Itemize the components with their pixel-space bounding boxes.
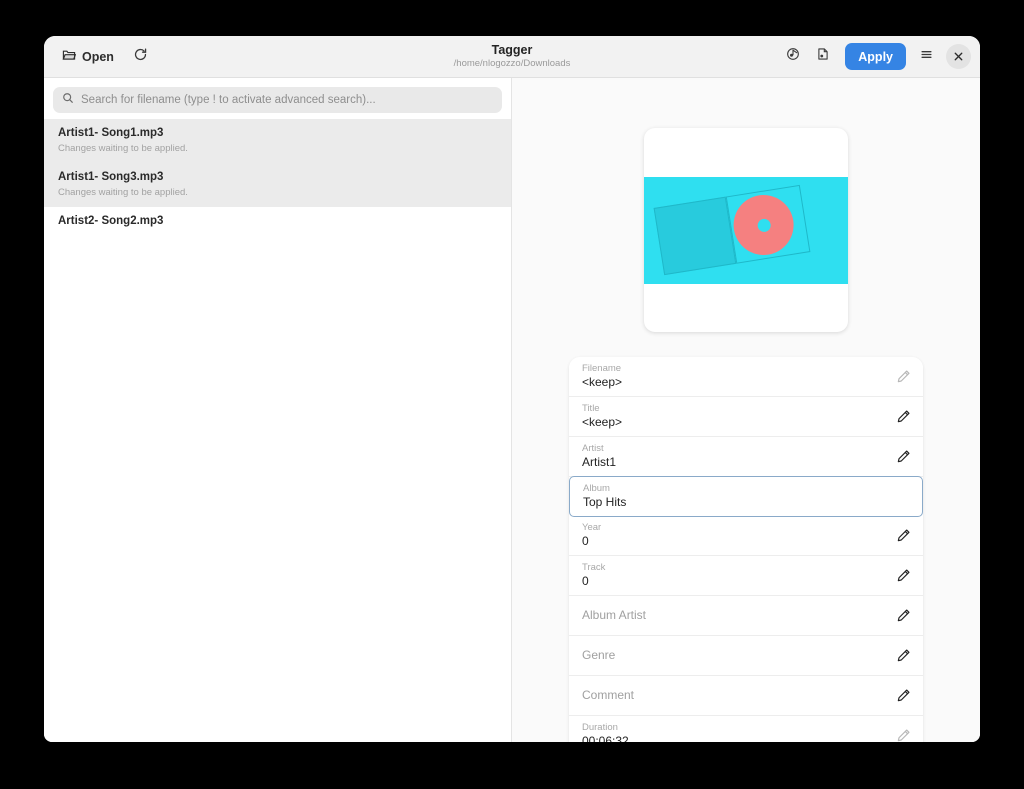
metadata-row-fields: Album Artist: [582, 608, 888, 623]
metadata-row-genre[interactable]: Genre: [569, 636, 923, 676]
search-placeholder: Search for filename (type ! to activate …: [81, 94, 376, 106]
open-button-label: Open: [82, 50, 114, 64]
metadata-row-duration[interactable]: Duration00:06:32: [569, 716, 923, 742]
window-title: Tagger: [492, 43, 533, 57]
edit-pencil-icon[interactable]: [896, 688, 911, 703]
metadata-label: Album Artist: [582, 608, 888, 623]
header-left-controls: Open: [55, 43, 155, 70]
hamburger-menu-icon: [919, 47, 934, 67]
main-content-split: Search for filename (type ! to activate …: [44, 78, 980, 742]
main-menu-button[interactable]: [912, 43, 940, 70]
search-input[interactable]: Search for filename (type ! to activate …: [53, 87, 502, 113]
close-icon: [954, 50, 963, 64]
metadata-value[interactable]: Artist1: [582, 455, 888, 470]
list-item[interactable]: Artist2- Song2.mp3: [44, 207, 511, 237]
apply-button[interactable]: Apply: [845, 43, 906, 70]
list-item-filename: Artist1- Song3.mp3: [58, 170, 497, 185]
edit-pencil-icon[interactable]: [896, 409, 911, 424]
edit-pencil-icon[interactable]: [896, 369, 911, 384]
search-container: Search for filename (type ! to activate …: [44, 78, 511, 119]
metadata-label: Title: [582, 403, 888, 415]
edit-pencil-icon[interactable]: [896, 728, 911, 742]
metadata-label: Genre: [582, 648, 888, 663]
header-bar: Open Tagger /home/nlogozzo/Downloads: [44, 36, 980, 78]
metadata-value[interactable]: Top Hits: [583, 495, 910, 510]
metadata-row-fields: Filename<keep>: [582, 363, 888, 390]
file-list[interactable]: Artist1- Song1.mp3Changes waiting to be …: [44, 119, 511, 742]
edit-pencil-icon[interactable]: [896, 568, 911, 583]
window-close-button[interactable]: [946, 44, 971, 69]
metadata-value[interactable]: 0: [582, 574, 888, 589]
metadata-value[interactable]: <keep>: [582, 415, 888, 430]
refresh-icon: [133, 47, 148, 67]
cd-case-left-panel: [654, 196, 737, 275]
metadata-label: Album: [583, 483, 910, 495]
edit-pencil-icon[interactable]: [896, 608, 911, 623]
properties-pane: Filename<keep>Title<keep>ArtistArtist1Al…: [512, 78, 980, 742]
metadata-row-fields: Title<keep>: [582, 403, 888, 430]
album-art-image: [644, 177, 848, 284]
metadata-row-filename[interactable]: Filename<keep>: [569, 357, 923, 397]
folder-open-icon: [62, 48, 76, 65]
refresh-button[interactable]: [127, 43, 155, 70]
list-item[interactable]: Artist1- Song3.mp3Changes waiting to be …: [44, 163, 511, 207]
list-item-status: Changes waiting to be applied.: [58, 142, 497, 155]
application-window: Open Tagger /home/nlogozzo/Downloads: [44, 36, 980, 742]
metadata-row-fields: Comment: [582, 688, 888, 703]
edit-pencil-icon[interactable]: [896, 528, 911, 543]
metadata-row-year[interactable]: Year0: [569, 516, 923, 556]
metadata-row-comment[interactable]: Comment: [569, 676, 923, 716]
metadata-row-album-artist[interactable]: Album Artist: [569, 596, 923, 636]
metadata-value[interactable]: <keep>: [582, 375, 888, 390]
metadata-row-title[interactable]: Title<keep>: [569, 397, 923, 437]
window-subtitle: /home/nlogozzo/Downloads: [454, 58, 571, 70]
metadata-row-fields: Track0: [582, 562, 888, 589]
metadata-value[interactable]: 00:06:32: [582, 734, 888, 742]
metadata-label: Filename: [582, 363, 888, 375]
list-item[interactable]: Artist1- Song1.mp3Changes waiting to be …: [44, 119, 511, 163]
file-copy-icon: [816, 47, 830, 66]
metadata-list: Filename<keep>Title<keep>ArtistArtist1Al…: [569, 357, 923, 742]
metadata-row-fields: Duration00:06:32: [582, 722, 888, 742]
list-item-filename: Artist2- Song2.mp3: [58, 214, 497, 229]
metadata-row-fields: Genre: [582, 648, 888, 663]
list-item-status: Changes waiting to be applied.: [58, 186, 497, 199]
metadata-label: Duration: [582, 722, 888, 734]
metadata-row-fields: AlbumTop Hits: [583, 483, 910, 510]
list-item-filename: Artist1- Song1.mp3: [58, 126, 497, 141]
metadata-row-artist[interactable]: ArtistArtist1: [569, 437, 923, 477]
metadata-row-album[interactable]: AlbumTop Hits: [569, 476, 923, 517]
cd-disc-hole: [756, 217, 771, 232]
metadata-row-fields: ArtistArtist1: [582, 443, 888, 470]
open-button[interactable]: Open: [55, 43, 123, 70]
metadata-row-track[interactable]: Track0: [569, 556, 923, 596]
file-browser-pane: Search for filename (type ! to activate …: [44, 78, 512, 742]
metadata-label: Comment: [582, 688, 888, 703]
edit-pencil-icon[interactable]: [896, 648, 911, 663]
metadata-label: Track: [582, 562, 888, 574]
file-copy-button[interactable]: [809, 43, 837, 70]
metadata-row-fields: Year0: [582, 522, 888, 549]
header-right-controls: Apply: [779, 43, 971, 70]
apply-button-label: Apply: [858, 50, 893, 64]
cd-case-graphic: [654, 184, 811, 274]
metadata-value[interactable]: 0: [582, 534, 888, 549]
tag-icon: [786, 47, 800, 66]
album-art[interactable]: [644, 128, 848, 332]
metadata-label: Year: [582, 522, 888, 534]
metadata-label: Artist: [582, 443, 888, 455]
edit-pencil-icon[interactable]: [896, 449, 911, 464]
tag-button[interactable]: [779, 43, 807, 70]
search-icon: [62, 91, 74, 109]
